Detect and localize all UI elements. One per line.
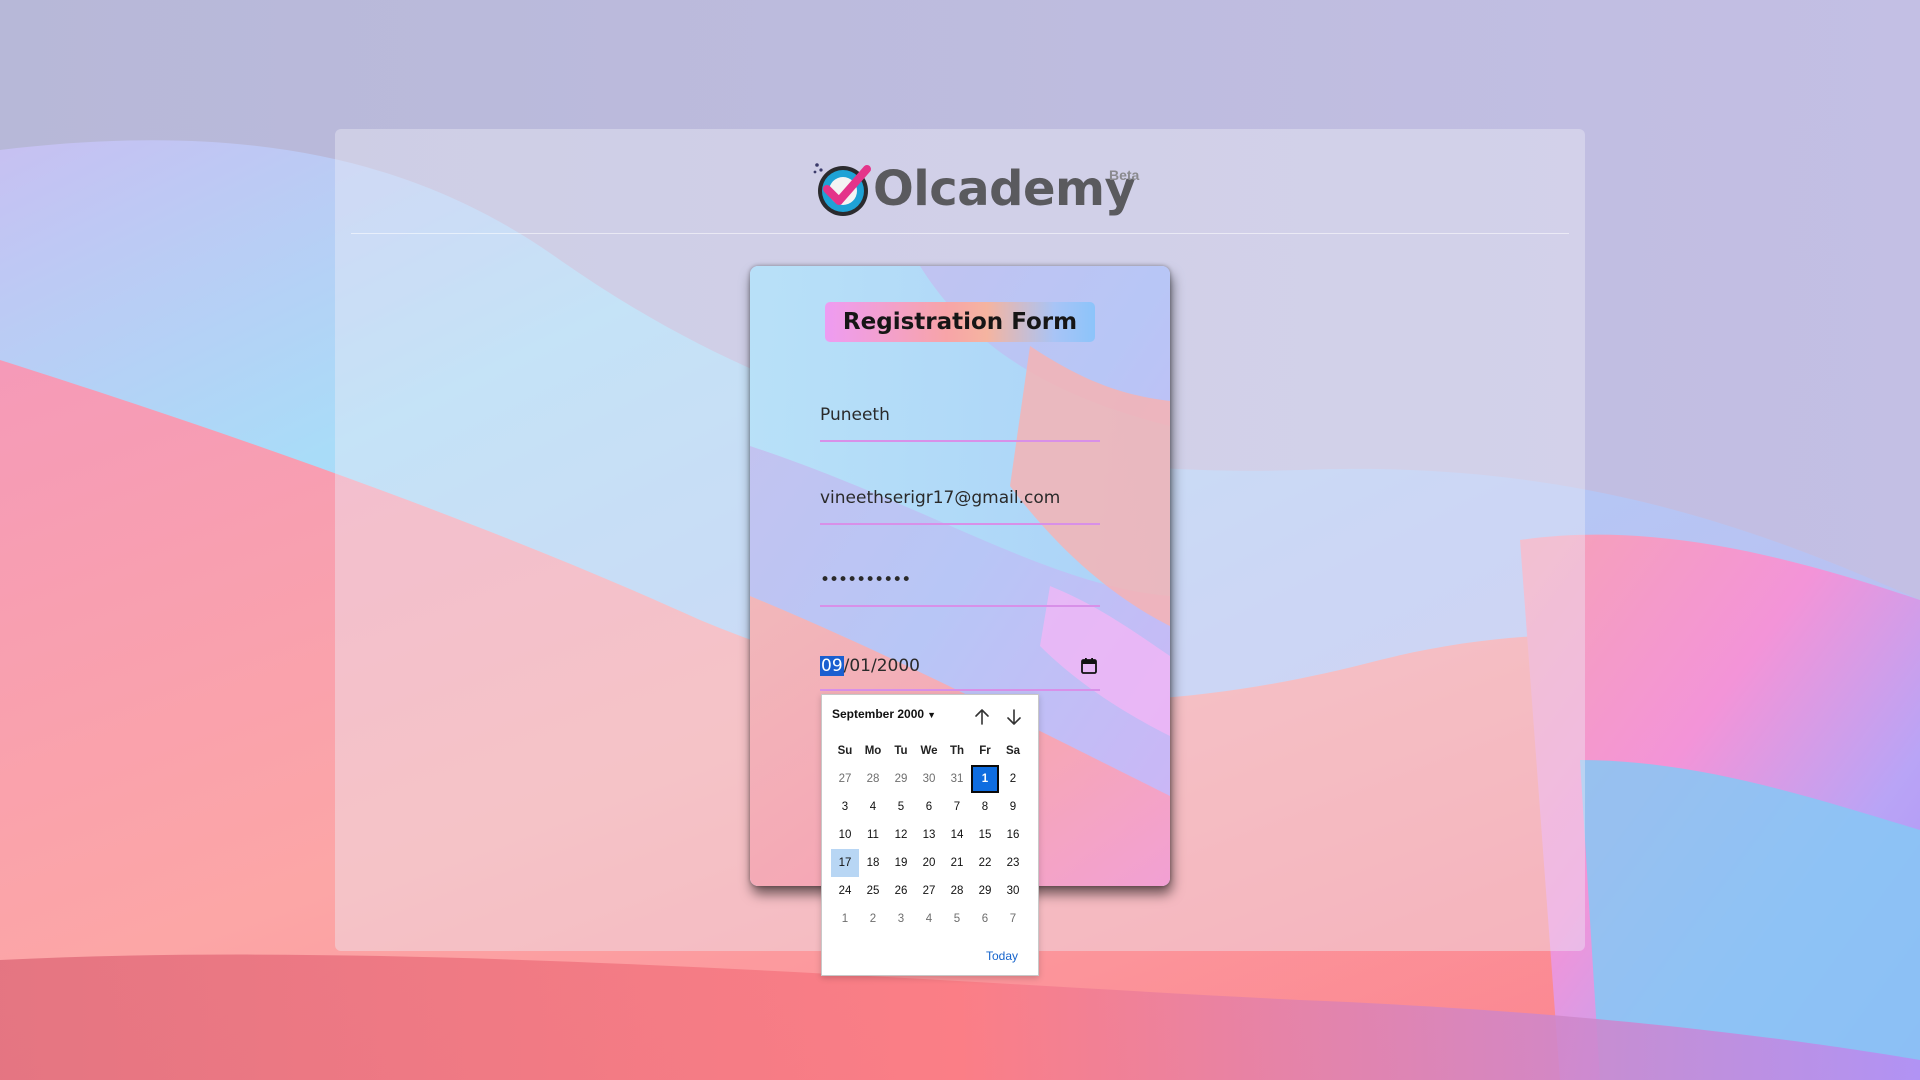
today-button[interactable]: Today xyxy=(986,949,1018,963)
calendar-day[interactable]: 27 xyxy=(915,877,943,905)
date-of-birth-field[interactable]: 09/01/2000 xyxy=(820,633,1100,691)
calendar-day[interactable]: 6 xyxy=(971,905,999,933)
calendar-day[interactable]: 30 xyxy=(915,765,943,793)
email-field[interactable] xyxy=(820,467,1100,525)
date-input[interactable]: 09/01/2000 xyxy=(820,653,920,679)
calendar-day[interactable]: 11 xyxy=(859,821,887,849)
calendar-day[interactable]: 22 xyxy=(971,849,999,877)
calendar-day[interactable]: 1 xyxy=(971,765,999,793)
calendar-day[interactable]: 18 xyxy=(859,849,887,877)
calendar-grid: Su Mo Tu We Th Fr Sa 27 28 29 30 31 1 2 3 4 5 6 7 8 9 10 11 12 1… xyxy=(831,737,1029,933)
logo-text: Olcademy xyxy=(873,161,1136,217)
calendar-day[interactable]: 19 xyxy=(887,849,915,877)
calendar-day[interactable]: 9 xyxy=(999,793,1027,821)
calendar-day[interactable]: 7 xyxy=(999,905,1027,933)
calendar-day[interactable]: 5 xyxy=(943,905,971,933)
calendar-day[interactable]: 21 xyxy=(943,849,971,877)
calendar-day[interactable]: 28 xyxy=(859,765,887,793)
weekday-header: Sa xyxy=(1005,745,1021,757)
calendar-day[interactable]: 31 xyxy=(943,765,971,793)
name-input[interactable] xyxy=(820,400,1100,430)
date-month-segment[interactable]: 09 xyxy=(820,656,844,676)
calendar-day[interactable]: 28 xyxy=(943,877,971,905)
date-rest-segment[interactable]: /01/2000 xyxy=(844,656,920,676)
header: Olcademy Beta xyxy=(351,129,1569,234)
date-picker-popup: September 2000 ▼ Su Mo Tu We Th Fr Sa 27 28 29 30 31… xyxy=(821,694,1039,976)
weekday-header: Mo xyxy=(864,745,882,757)
email-input[interactable] xyxy=(820,483,1100,513)
weekday-header: Tu xyxy=(894,745,908,757)
calendar-day[interactable]: 10 xyxy=(831,821,859,849)
calendar-icon[interactable] xyxy=(1080,657,1098,675)
weekday-header: Th xyxy=(949,745,965,757)
beta-badge: Beta xyxy=(1109,167,1140,183)
calendar-day[interactable]: 12 xyxy=(887,821,915,849)
caret-down-icon: ▼ xyxy=(927,710,936,720)
calendar-day[interactable]: 3 xyxy=(887,905,915,933)
calendar-day[interactable]: 16 xyxy=(999,821,1027,849)
form-title: Registration Form xyxy=(825,302,1095,342)
calendar-day[interactable]: 14 xyxy=(943,821,971,849)
calendar-day[interactable]: 7 xyxy=(943,793,971,821)
calendar-day[interactable]: 25 xyxy=(859,877,887,905)
weekday-header: Su xyxy=(837,745,853,757)
calendar-day[interactable]: 30 xyxy=(999,877,1027,905)
calendar-day[interactable]: 20 xyxy=(915,849,943,877)
weekday-header: We xyxy=(920,745,938,757)
calendar-day[interactable]: 29 xyxy=(887,765,915,793)
calendar-day[interactable]: 29 xyxy=(971,877,999,905)
calendar-day[interactable]: 6 xyxy=(915,793,943,821)
calendar-day[interactable]: 15 xyxy=(971,821,999,849)
calendar-day[interactable]: 4 xyxy=(915,905,943,933)
calendar-day[interactable]: 1 xyxy=(831,905,859,933)
calendar-day[interactable]: 3 xyxy=(831,793,859,821)
check-ring-icon xyxy=(813,163,871,216)
olcademy-logo[interactable]: Olcademy Beta xyxy=(809,157,1149,221)
arrow-up-icon[interactable] xyxy=(972,707,992,727)
calendar-day[interactable]: 2 xyxy=(859,905,887,933)
arrow-down-icon[interactable] xyxy=(1004,707,1024,727)
calendar-day[interactable]: 13 xyxy=(915,821,943,849)
password-field[interactable] xyxy=(820,549,1100,607)
calendar-day[interactable]: 17 xyxy=(831,849,859,877)
calendar-day[interactable]: 27 xyxy=(831,765,859,793)
calendar-day[interactable]: 24 xyxy=(831,877,859,905)
calendar-day[interactable]: 23 xyxy=(999,849,1027,877)
password-input[interactable] xyxy=(820,565,1100,595)
name-field[interactable] xyxy=(820,384,1100,442)
calendar-day[interactable]: 2 xyxy=(999,765,1027,793)
calendar-day[interactable]: 8 xyxy=(971,793,999,821)
calendar-day[interactable]: 26 xyxy=(887,877,915,905)
calendar-day[interactable]: 4 xyxy=(859,793,887,821)
weekday-header: Fr xyxy=(979,745,991,757)
month-year-selector[interactable]: September 2000 ▼ xyxy=(832,707,936,721)
calendar-day[interactable]: 5 xyxy=(887,793,915,821)
